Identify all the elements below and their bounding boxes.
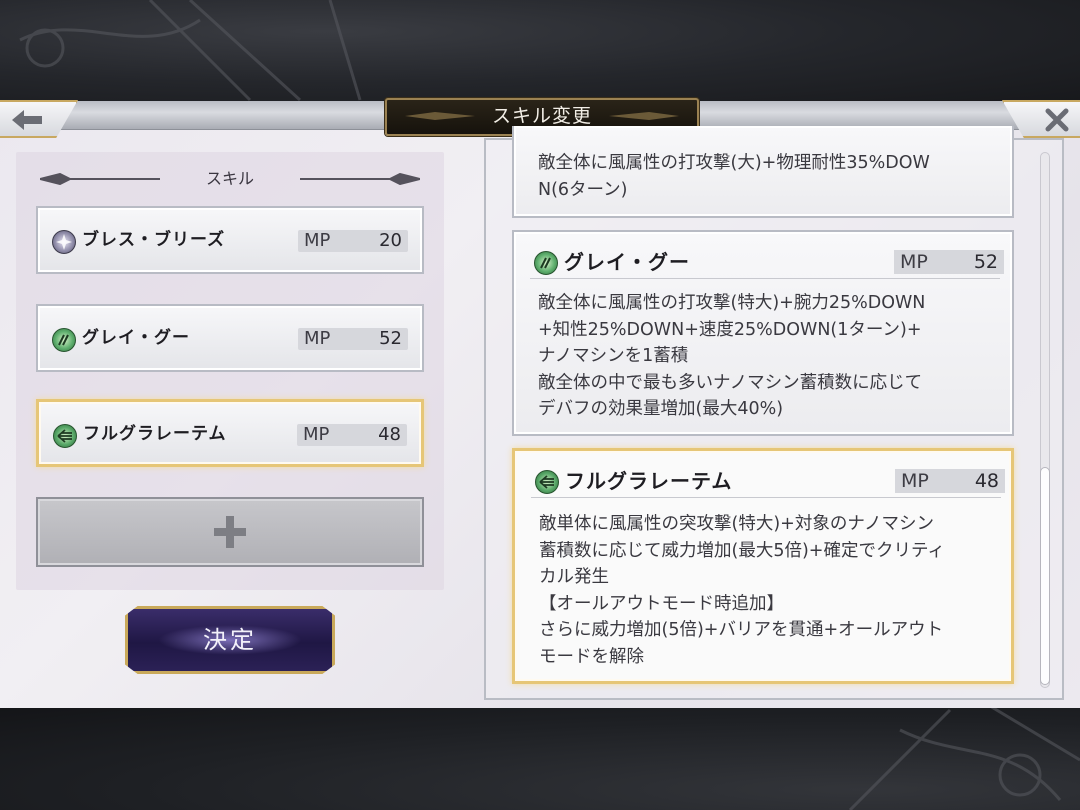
mp-label: MP bbox=[900, 251, 928, 273]
add-skill-button[interactable] bbox=[36, 497, 424, 567]
back-arrow-icon bbox=[12, 110, 42, 130]
scrollbar-thumb[interactable] bbox=[1040, 467, 1050, 685]
skill-detail-card-selected[interactable]: フルグラレーテム MP 48 敵単体に風属性の突攻撃(特大)+対象のナノマシン … bbox=[512, 448, 1014, 684]
mp-label: MP bbox=[304, 328, 331, 349]
skill-description: 敵全体に風属性の打攻撃(特大)+腕力25%DOWN +知性25%DOWN+速度2… bbox=[538, 293, 926, 419]
mp-badge: MP 20 bbox=[298, 230, 408, 252]
decide-label: 決定 bbox=[203, 626, 257, 654]
background-top bbox=[0, 0, 1080, 105]
card-header: グレイ・グー MP 52 bbox=[530, 246, 1004, 279]
card-header: フルグラレーテム MP 48 bbox=[531, 465, 1005, 498]
skill-name: グレイ・グー bbox=[564, 250, 690, 274]
mp-value: 52 bbox=[379, 328, 402, 349]
mp-badge: MP 48 bbox=[895, 469, 1005, 493]
skill-description: 敵全体に風属性の打攻撃(大)+物理耐性35%DOW N(6ターン) bbox=[538, 153, 930, 200]
arrow-icon bbox=[535, 470, 559, 494]
skill-slot-2[interactable]: グレイ・グー MP 52 bbox=[36, 304, 424, 372]
skill-section-header: スキル bbox=[40, 165, 420, 193]
mp-label: MP bbox=[303, 424, 330, 445]
skill-name: フルグラレーテム bbox=[565, 469, 733, 493]
mp-value: 48 bbox=[974, 470, 999, 492]
skill-name: グレイ・グー bbox=[82, 328, 190, 348]
mp-badge: MP 48 bbox=[297, 424, 407, 446]
close-icon bbox=[1045, 108, 1069, 132]
section-label: スキル bbox=[205, 169, 254, 188]
skill-name: ブレス・ブリーズ bbox=[82, 230, 226, 250]
mp-badge: MP 52 bbox=[894, 250, 1004, 274]
arrow-icon bbox=[53, 424, 77, 448]
mp-value: 48 bbox=[378, 424, 401, 445]
skill-description: 敵単体に風属性の突攻撃(特大)+対象のナノマシン 蓄積数に応じて威力増加(最大5… bbox=[539, 514, 945, 667]
decide-button[interactable]: 決定 bbox=[125, 606, 335, 674]
skill-name: フルグラレーテム bbox=[83, 424, 227, 444]
skill-slot-1[interactable]: ブレス・ブリーズ MP 20 bbox=[36, 206, 424, 274]
skill-detail-card[interactable]: グレイ・グー MP 52 敵全体に風属性の打攻撃(特大)+腕力25%DOWN +… bbox=[512, 230, 1014, 436]
mp-label: MP bbox=[304, 230, 331, 251]
mp-label: MP bbox=[901, 470, 929, 492]
mp-badge: MP 52 bbox=[298, 328, 408, 350]
wind-icon bbox=[52, 328, 76, 352]
wind-icon bbox=[534, 251, 558, 275]
skill-detail-card-partial[interactable]: 敵全体に風属性の打攻撃(大)+物理耐性35%DOW N(6ターン) bbox=[512, 126, 1014, 218]
star-icon bbox=[52, 230, 76, 254]
mp-value: 20 bbox=[379, 230, 402, 251]
background-bottom bbox=[0, 708, 1080, 810]
plus-icon bbox=[214, 516, 246, 548]
mp-value: 52 bbox=[973, 251, 998, 273]
skill-slot-3[interactable]: フルグラレーテム MP 48 bbox=[36, 399, 424, 467]
